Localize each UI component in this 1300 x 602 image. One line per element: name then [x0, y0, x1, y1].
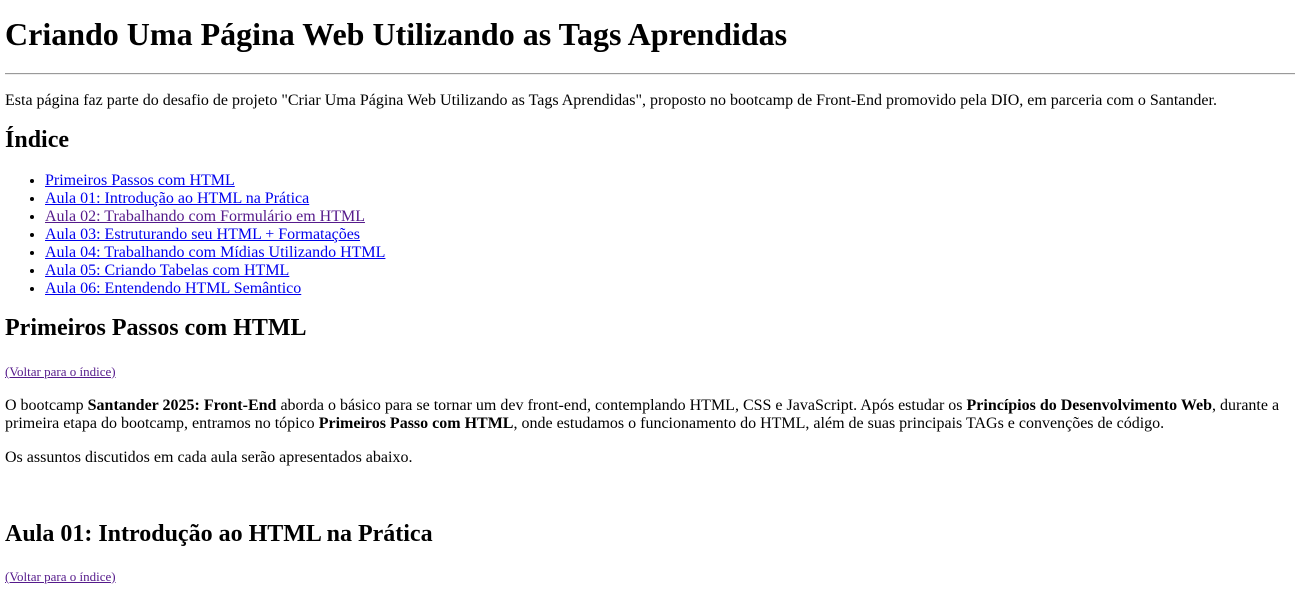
title-divider — [5, 73, 1295, 75]
topics-paragraph: Os assuntos discutidos em cada aula serã… — [5, 449, 413, 466]
index-item: Aula 02: Trabalhando com Formulário em H… — [45, 208, 1295, 226]
index-list: Primeiros Passos com HTML Aula 01: Intro… — [5, 172, 1295, 298]
text-span: O bootcamp — [5, 397, 88, 414]
section-heading-aula-01: Aula 01: Introdução ao HTML na Prática — [5, 521, 433, 547]
intro-paragraph: Esta página faz parte do desafio de proj… — [5, 92, 1217, 109]
bold-text: Primeiros Passo com HTML — [318, 415, 514, 432]
index-link-aula-04[interactable]: Aula 04: Trabalhando com Mídias Utilizan… — [45, 244, 385, 261]
text-span: , onde estudamos o funcionamento do HTML… — [513, 415, 1165, 432]
section-heading-primeiros-passos: Primeiros Passos com HTML — [5, 315, 307, 341]
index-link-aula-05[interactable]: Aula 05: Criando Tabelas com HTML — [45, 262, 289, 279]
bootcamp-paragraph: O bootcamp Santander 2025: Front-End abo… — [5, 397, 1295, 433]
text-span: aborda o básico para se tornar um dev fr… — [276, 397, 967, 414]
index-link-primeiros-passos[interactable]: Primeiros Passos com HTML — [45, 172, 235, 189]
index-item: Aula 05: Criando Tabelas com HTML — [45, 262, 1295, 280]
index-link-aula-01[interactable]: Aula 01: Introdução ao HTML na Prática — [45, 190, 309, 207]
index-link-aula-03[interactable]: Aula 03: Estruturando seu HTML + Formata… — [45, 226, 360, 243]
index-heading: Índice — [5, 127, 70, 153]
back-to-index: (Voltar para o índice) — [5, 364, 1295, 379]
index-item: Aula 06: Entendendo HTML Semântico — [45, 280, 1295, 298]
back-to-index: (Voltar para o índice) — [5, 569, 1295, 584]
index-link-aula-06[interactable]: Aula 06: Entendendo HTML Semântico — [45, 280, 301, 297]
back-to-index-link[interactable]: (Voltar para o índice) — [5, 364, 116, 379]
back-to-index-link[interactable]: (Voltar para o índice) — [5, 569, 116, 584]
index-item: Aula 03: Estruturando seu HTML + Formata… — [45, 226, 1295, 244]
page-content: Criando Uma Página Web Utilizando as Tag… — [0, 0, 1300, 584]
index-item: Primeiros Passos com HTML — [45, 172, 1295, 190]
index-item: Aula 01: Introdução ao HTML na Prática — [45, 190, 1295, 208]
page-title: Criando Uma Página Web Utilizando as Tag… — [5, 16, 788, 52]
bold-text: Princípios do Desenvolvimento Web — [966, 397, 1213, 414]
index-item: Aula 04: Trabalhando com Mídias Utilizan… — [45, 244, 1295, 262]
bold-text: Santander 2025: Front-End — [87, 397, 277, 414]
index-link-aula-02[interactable]: Aula 02: Trabalhando com Formulário em H… — [45, 208, 365, 225]
